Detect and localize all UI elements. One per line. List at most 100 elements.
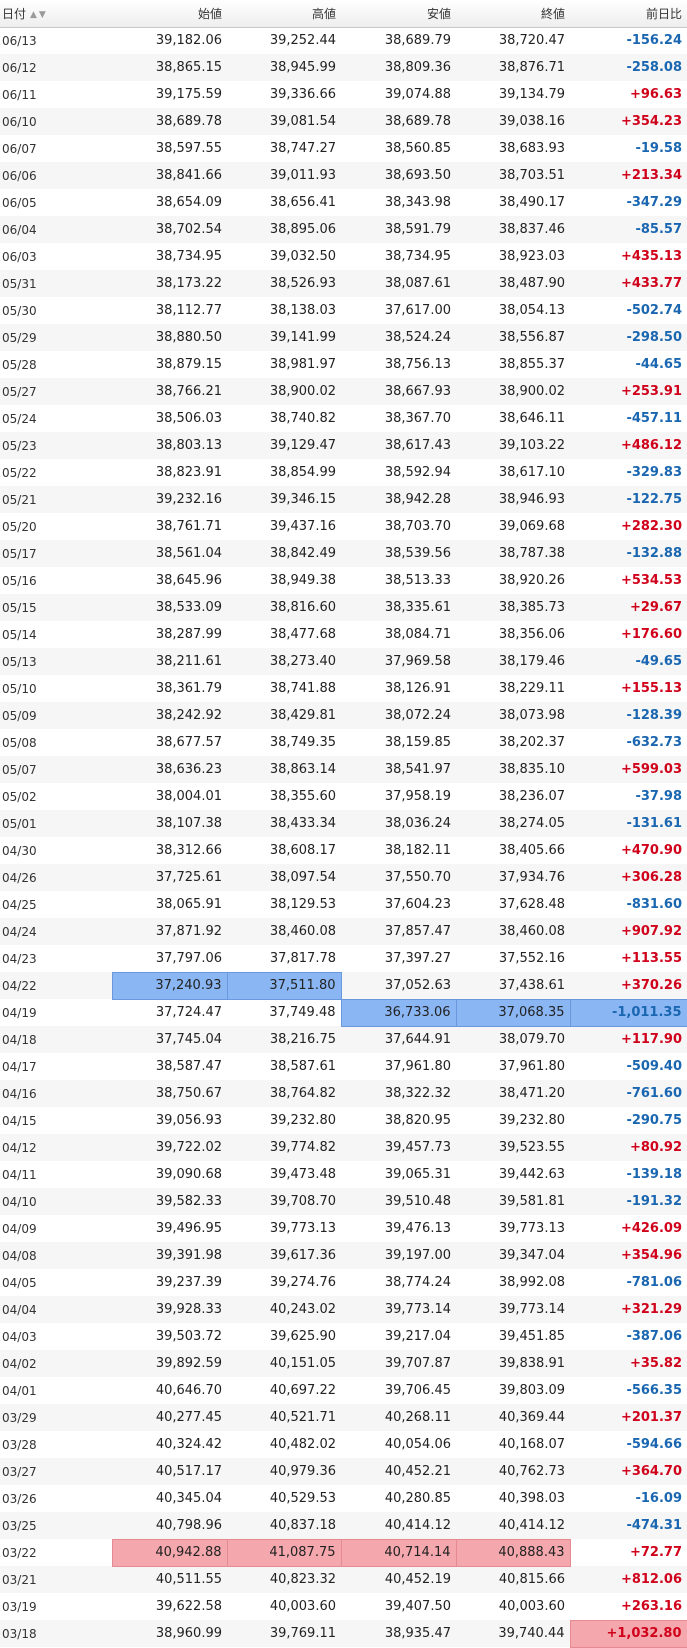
cell-close: 37,552.16 bbox=[498, 951, 565, 966]
cell-change: -156.24 bbox=[626, 33, 682, 49]
cell-low: 40,268.11 bbox=[341, 1404, 456, 1431]
cell-change: +426.09 bbox=[620, 1221, 682, 1236]
table-row: 03/28 40,324.42 40,482.02 40,054.06 40,168.0… bbox=[0, 1431, 687, 1458]
cell-date: 04/12 bbox=[0, 1134, 112, 1161]
table-row: 05/02 38,004.01 38,355.60 37,958.19 38,236.0… bbox=[0, 783, 687, 810]
header-close[interactable]: 終値 bbox=[456, 0, 570, 28]
cell-date: 04/25 bbox=[2, 897, 37, 912]
table-row: 05/16 38,645.96 38,949.38 38,513.33 38,920.2… bbox=[0, 567, 687, 594]
cell-open: 38,761.71 bbox=[155, 519, 222, 534]
table-row: 03/27 40,517.17 40,979.36 40,452.21 40,762.7… bbox=[0, 1458, 687, 1485]
cell-open: 38,689.78 bbox=[112, 108, 227, 135]
cell-close: 38,229.11 bbox=[498, 681, 565, 696]
cell-open: 39,090.68 bbox=[155, 1167, 222, 1182]
cell-date: 05/14 bbox=[2, 627, 37, 642]
cell-open: 39,056.93 bbox=[155, 1113, 222, 1128]
cell-high: 39,437.16 bbox=[269, 519, 336, 534]
cell-open: 38,702.54 bbox=[112, 216, 227, 243]
cell-change: +80.92 bbox=[570, 1134, 687, 1161]
cell-close: 38,920.26 bbox=[498, 573, 565, 588]
cell-close: 39,581.81 bbox=[456, 1188, 570, 1215]
header-open[interactable]: 始値 bbox=[112, 0, 227, 28]
cell-close: 37,961.80 bbox=[498, 1059, 565, 1074]
header-change[interactable]: 前日比 bbox=[570, 0, 687, 28]
cell-date: 05/27 bbox=[0, 378, 112, 405]
cell-open: 38,766.21 bbox=[112, 378, 227, 405]
cell-open: 38,636.23 bbox=[112, 756, 227, 783]
cell-low: 38,322.32 bbox=[341, 1080, 456, 1107]
table-row: 05/22 38,823.91 38,854.99 38,592.94 38,617.1… bbox=[0, 459, 687, 486]
cell-date: 05/08 bbox=[2, 735, 37, 750]
cell-low: 40,452.19 bbox=[341, 1566, 456, 1593]
cell-date: 03/27 bbox=[0, 1458, 112, 1485]
cell-change: +354.96 bbox=[570, 1242, 687, 1269]
cell-open: 39,928.33 bbox=[112, 1296, 227, 1323]
cell-low: 37,604.23 bbox=[384, 897, 451, 912]
cell-low: 40,452.21 bbox=[341, 1458, 456, 1485]
cell-date: 06/12 bbox=[0, 54, 112, 81]
cell-change: -85.57 bbox=[570, 216, 687, 243]
cell-date: 06/07 bbox=[2, 141, 37, 156]
table-row: 05/31 38,173.22 38,526.93 38,087.61 38,487.9… bbox=[0, 270, 687, 297]
table-row: 05/24 38,506.03 38,740.82 38,367.70 38,646.1… bbox=[0, 405, 687, 432]
cell-open: 40,324.42 bbox=[155, 1437, 222, 1452]
header-high[interactable]: 高値 bbox=[227, 0, 341, 28]
cell-high: 38,429.81 bbox=[227, 702, 341, 729]
cell-high: 39,232.80 bbox=[269, 1113, 336, 1128]
cell-change: -191.32 bbox=[570, 1188, 687, 1215]
header-low[interactable]: 安値 bbox=[341, 0, 456, 28]
cell-low: 38,591.79 bbox=[341, 216, 456, 243]
table-row: 04/11 39,090.68 39,473.48 39,065.31 39,442.6… bbox=[0, 1161, 687, 1188]
cell-low: 38,072.24 bbox=[341, 702, 456, 729]
cell-low: 37,550.70 bbox=[341, 864, 456, 891]
cell-low: 37,958.19 bbox=[384, 789, 451, 804]
cell-high: 39,769.11 bbox=[227, 1620, 341, 1647]
table-row: 05/29 38,880.50 39,141.99 38,524.24 38,556.8… bbox=[0, 324, 687, 351]
cell-low: 38,541.97 bbox=[341, 756, 456, 783]
cell-open: 38,734.95 bbox=[155, 249, 222, 264]
cell-low: 38,592.94 bbox=[384, 465, 451, 480]
cell-high: 38,608.17 bbox=[269, 843, 336, 858]
cell-low: 38,126.91 bbox=[384, 681, 451, 696]
cell-low: 38,335.61 bbox=[341, 594, 456, 621]
cell-open: 38,879.15 bbox=[155, 357, 222, 372]
table-row: 04/01 40,646.70 40,697.22 39,706.45 39,803.0… bbox=[0, 1377, 687, 1404]
cell-close: 40,168.07 bbox=[498, 1437, 565, 1452]
cell-open: 38,561.04 bbox=[112, 540, 227, 567]
table-row: 05/15 38,533.09 38,816.60 38,335.61 38,385.7… bbox=[0, 594, 687, 621]
cell-change: +534.53 bbox=[620, 573, 682, 588]
cell-low: 40,280.85 bbox=[384, 1491, 451, 1506]
cell-high: 39,473.48 bbox=[269, 1167, 336, 1182]
cell-date: 04/10 bbox=[0, 1188, 112, 1215]
table-body: 06/13 39,182.06 39,252.44 38,689.79 38,720.4… bbox=[0, 27, 687, 1648]
cell-close: 37,068.35 bbox=[455, 998, 571, 1027]
cell-close: 38,236.07 bbox=[498, 789, 565, 804]
cell-low: 38,689.79 bbox=[384, 33, 451, 49]
cell-change: -502.74 bbox=[626, 303, 682, 318]
cell-change: +486.12 bbox=[570, 432, 687, 459]
cell-open: 38,004.01 bbox=[155, 789, 222, 804]
cell-low: 39,065.31 bbox=[384, 1167, 451, 1182]
table-row: 04/05 39,237.39 39,274.76 38,774.24 38,992.0… bbox=[0, 1269, 687, 1296]
table-row: 06/06 38,841.66 39,011.93 38,693.50 38,703.5… bbox=[0, 162, 687, 189]
cell-low: 38,560.85 bbox=[384, 141, 451, 156]
cell-date: 04/15 bbox=[2, 1113, 37, 1128]
table-row: 04/03 39,503.72 39,625.90 39,217.04 39,451.8… bbox=[0, 1323, 687, 1350]
cell-high: 38,355.60 bbox=[269, 789, 336, 804]
table-row: 04/17 38,587.47 38,587.61 37,961.80 37,961.8… bbox=[0, 1053, 687, 1080]
cell-open: 39,182.06 bbox=[155, 33, 222, 49]
cell-date: 04/17 bbox=[2, 1059, 37, 1074]
cell-high: 38,854.99 bbox=[269, 465, 336, 480]
cell-low: 39,197.00 bbox=[341, 1242, 456, 1269]
sort-arrows-icon[interactable]: ▲▼ bbox=[30, 10, 48, 20]
cell-open: 38,107.38 bbox=[112, 810, 227, 837]
cell-high: 39,274.76 bbox=[269, 1275, 336, 1290]
table-row: 05/27 38,766.21 38,900.02 38,667.93 38,900.0… bbox=[0, 378, 687, 405]
cell-low: 39,217.04 bbox=[384, 1329, 451, 1344]
table-row: 06/13 39,182.06 39,252.44 38,689.79 38,720.4… bbox=[0, 27, 687, 54]
cell-open: 38,677.57 bbox=[155, 735, 222, 750]
cell-high: 38,129.53 bbox=[269, 897, 336, 912]
cell-high: 39,129.47 bbox=[227, 432, 341, 459]
cell-open: 40,511.55 bbox=[112, 1566, 227, 1593]
header-date[interactable]: 日付 ▲▼ bbox=[0, 0, 112, 28]
